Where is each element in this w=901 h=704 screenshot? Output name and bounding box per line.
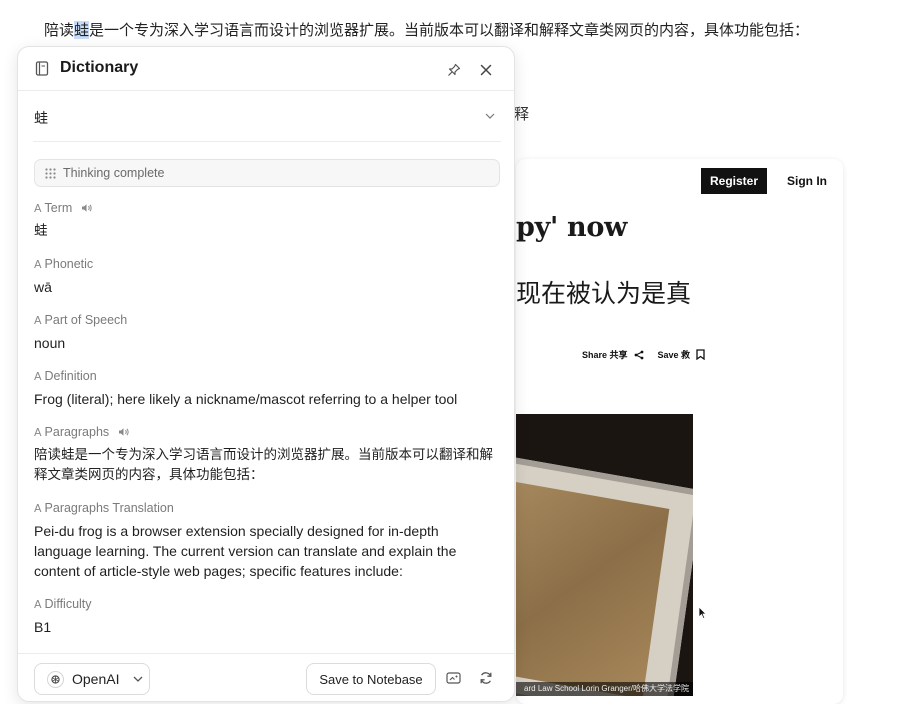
thinking-status[interactable]: Thinking complete <box>34 159 500 187</box>
difficulty-label: Difficulty <box>44 597 92 611</box>
field-paragraphs-translation: A Paragraphs Translation Pei-du frog is … <box>34 500 500 581</box>
article-photo: ard Law School Lorin Granger/哈佛大学法学院 <box>516 414 693 696</box>
image-icon[interactable] <box>446 671 461 685</box>
chevron-down-icon <box>485 113 495 119</box>
save-to-notebase-button[interactable]: Save to Notebase <box>306 663 436 695</box>
chevron-down-icon <box>134 676 143 682</box>
background-text-fragment: 释 <box>514 105 530 123</box>
model-label: OpenAI <box>72 671 120 687</box>
panel-footer: OpenAI Save to Notebase <box>18 653 514 701</box>
pin-button[interactable] <box>443 59 465 81</box>
field-difficulty: A Difficulty B1 <box>34 596 500 637</box>
article-headline: py' now <box>516 212 628 243</box>
mouse-cursor-icon <box>698 606 707 620</box>
phonetic-label-row: A Phonetic <box>34 256 500 272</box>
signin-link[interactable]: Sign In <box>787 174 827 188</box>
speaker-icon[interactable] <box>81 203 93 213</box>
text-a-icon: A <box>34 369 42 383</box>
status-text: Thinking complete <box>63 166 165 180</box>
definition-label: Definition <box>44 369 97 383</box>
translation-value: Pei-du frog is a browser extension speci… <box>34 523 457 579</box>
term-label-row: A Term <box>34 200 500 216</box>
panel-header: Dictionary <box>18 47 514 91</box>
translation-label-row: A Paragraphs Translation <box>34 500 500 516</box>
close-button[interactable] <box>475 59 497 81</box>
register-button[interactable]: Register <box>701 168 767 194</box>
field-term: A Term 蛙 <box>34 200 500 241</box>
share-label[interactable]: Share 共享 <box>582 348 628 361</box>
text-a-icon: A <box>34 201 42 215</box>
pos-value: noun <box>34 335 66 351</box>
text-a-icon: A <box>34 313 42 327</box>
paragraphs-value: 陪读蛙是一个专为深入学习语言而设计的浏览器扩展。当前版本可以翻译和解释文章类网页… <box>34 447 493 483</box>
openai-logo-icon <box>47 670 64 688</box>
dictionary-panel: Dictionary 蛙 Thinking complete A Term 蛙 … <box>17 46 515 702</box>
field-phonetic: A Phonetic wā <box>34 256 500 297</box>
term-label: Term <box>44 201 73 215</box>
model-selector[interactable]: OpenAI <box>34 663 150 695</box>
bookmark-icon[interactable] <box>696 349 705 360</box>
text-a-icon: A <box>34 597 42 611</box>
definition-label-row: A Definition <box>34 368 500 384</box>
translation-label: Paragraphs Translation <box>44 501 174 515</box>
article-headline-translation: 现在被认为是真 <box>516 279 692 308</box>
pin-icon <box>448 63 461 76</box>
background-paragraph: 陪读蛙是一个专为深入学习语言而设计的浏览器扩展。当前版本可以翻译和解释文章类网页… <box>44 19 809 40</box>
panel-title: Dictionary <box>60 59 139 76</box>
share-icon[interactable] <box>634 350 644 360</box>
difficulty-label-row: A Difficulty <box>34 596 500 612</box>
field-definition: A Definition Frog (literal); here likely… <box>34 368 500 409</box>
term-value: 蛙 <box>34 223 48 239</box>
pos-label-row: A Part of Speech <box>34 312 500 328</box>
word-select[interactable]: 蛙 <box>33 92 501 142</box>
refresh-icon[interactable] <box>479 671 493 685</box>
paragraph-text-rest: 是一个专为深入学习语言而设计的浏览器扩展。当前版本可以翻译和解释文章类网页的内容… <box>89 21 810 39</box>
share-save-row: Share 共享 Save 救 <box>582 348 705 361</box>
phonetic-value: wā <box>34 279 52 295</box>
difficulty-value: B1 <box>34 619 52 635</box>
selected-word: 蛙 <box>34 111 48 127</box>
speaker-icon[interactable] <box>118 427 130 437</box>
grid-dots-icon <box>45 168 56 179</box>
phonetic-label: Phonetic <box>44 257 94 271</box>
close-icon <box>480 64 492 76</box>
field-paragraphs: A Paragraphs 陪读蛙是一个专为深入学习语言而设计的浏览器扩展。当前版… <box>34 424 500 485</box>
field-part-of-speech: A Part of Speech noun <box>34 312 500 353</box>
paragraphs-label: Paragraphs <box>44 425 110 439</box>
photo-caption: ard Law School Lorin Granger/哈佛大学法学院 <box>516 682 693 696</box>
definition-value: Frog (literal); here likely a nickname/m… <box>34 391 458 407</box>
text-a-icon: A <box>34 501 42 515</box>
paragraphs-label-row: A Paragraphs <box>34 424 500 440</box>
text-a-icon: A <box>34 425 42 439</box>
photo-document <box>516 479 670 696</box>
pos-label: Part of Speech <box>44 313 128 327</box>
book-icon <box>35 61 49 76</box>
highlighted-word[interactable]: 蛙 <box>74 21 90 39</box>
save-label[interactable]: Save 救 <box>658 348 691 361</box>
text-a-icon: A <box>34 257 42 271</box>
paragraph-text-start: 陪读 <box>44 21 75 39</box>
